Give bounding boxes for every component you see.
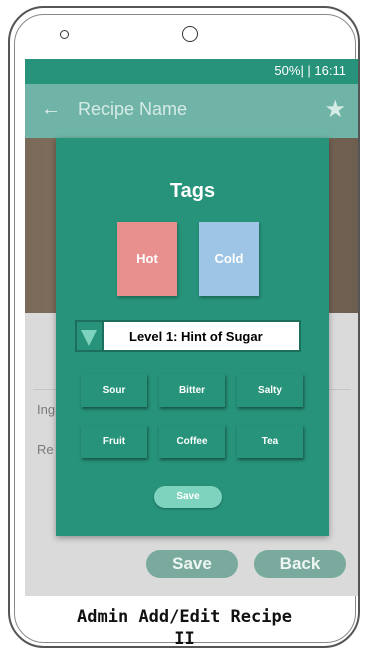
flavor-sour-button[interactable]: Sour (81, 374, 147, 407)
flavor-fruit-button[interactable]: Fruit (81, 425, 147, 458)
dropdown-toggle[interactable] (77, 322, 104, 350)
screen-caption: Admin Add/Edit Recipe II (0, 606, 369, 650)
ingredients-label: Ing (37, 402, 56, 417)
dialog-save-button[interactable]: Save (154, 486, 222, 508)
dropdown-selected-value: Level 1: Hint of Sugar (129, 329, 263, 344)
caption-line-1: Admin Add/Edit Recipe (77, 607, 292, 627)
back-button[interactable]: Back (254, 550, 346, 578)
caption-line-2: II (174, 629, 195, 649)
star-icon[interactable]: ★ (324, 95, 346, 124)
app-screen: 50%| | 16:11 ← Recipe Name ★ Ing Re Save… (25, 59, 358, 596)
recipe-label: Re (37, 442, 54, 457)
flavor-coffee-button[interactable]: Coffee (159, 425, 225, 458)
dialog-title: Tags (169, 180, 216, 202)
arrow-left-icon[interactable]: ← (41, 98, 61, 121)
tag-cold[interactable]: Cold (199, 222, 259, 296)
camera-icon (60, 30, 69, 39)
status-text: 50%| | 16:11 (274, 63, 346, 78)
flavor-salty-button[interactable]: Salty (237, 374, 303, 407)
triangle-down-icon (81, 330, 97, 346)
flavor-bitter-button[interactable]: Bitter (159, 374, 225, 407)
page-title: Recipe Name (78, 99, 188, 119)
app-bar: ← Recipe Name ★ (25, 84, 358, 138)
save-button[interactable]: Save (146, 550, 238, 578)
tag-hot[interactable]: Hot (117, 222, 177, 296)
flavor-tea-button[interactable]: Tea (237, 425, 303, 458)
tags-dialog: Tags Hot Cold Level 1: Hint of Sugar Sou… (56, 138, 329, 536)
speaker-icon (182, 26, 198, 42)
status-bar: 50%| | 16:11 (25, 59, 358, 84)
sugar-level-dropdown[interactable]: Level 1: Hint of Sugar (75, 320, 301, 352)
